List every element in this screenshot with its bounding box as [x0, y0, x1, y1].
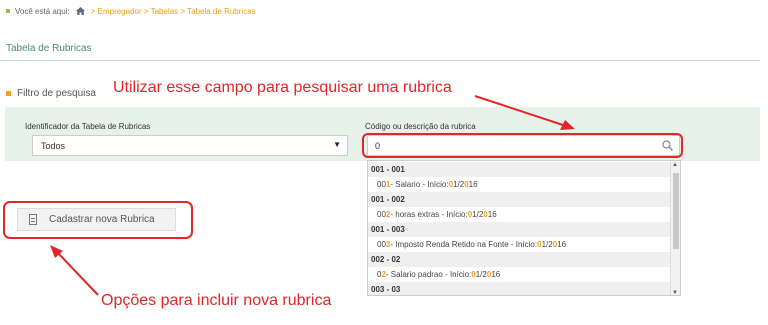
filter-section-title: Filtro de pesquisa [6, 88, 96, 99]
option-text: 16 [487, 210, 497, 219]
breadcrumb-prefix: Você está aqui: [15, 6, 70, 16]
dropdown-option[interactable]: 02 - Salario padrao - Início: 0 1/2 0 16 [368, 267, 671, 282]
option-text: 1/2 [475, 270, 487, 279]
dropdown-group-header: 003 - 03 [368, 282, 671, 295]
identifier-select[interactable]: Todos ▼ [32, 135, 348, 156]
scrollbar-thumb[interactable] [673, 173, 679, 249]
chevron-down-icon[interactable]: ▼ [333, 140, 341, 149]
page-title: Tabela de Rubricas [6, 43, 92, 54]
bullet-icon [6, 9, 10, 13]
option-text: - horas extras - Início: [390, 210, 468, 219]
option-text: - Imposto Renda Retido na Fonte - Início… [390, 240, 538, 249]
dropdown-option[interactable]: 00 2 - horas extras - Início: 0 1/2 0 16 [368, 207, 671, 222]
dropdown-group-header: 002 - 02 [368, 252, 671, 267]
option-text: 00 [377, 180, 386, 189]
option-text: 00 [377, 210, 386, 219]
button-highlight-box [3, 201, 193, 239]
option-text: 16 [557, 240, 567, 249]
section-bullet-icon [6, 91, 11, 96]
option-text: - Salario - Início: [390, 180, 449, 189]
home-icon[interactable] [75, 7, 85, 15]
identifier-select-value: Todos [41, 140, 66, 151]
breadcrumb: Você está aqui: > Empregador > Tabelas >… [6, 4, 256, 18]
breadcrumb-path[interactable]: > Empregador > Tabelas > Tabela de Rubri… [91, 7, 256, 16]
button-callout: Opções para incluir nova rubrica [101, 292, 332, 309]
identifier-label: Identificador da Tabela de Rubricas [25, 122, 151, 131]
option-text: 1/2 [472, 210, 484, 219]
scroll-down-icon[interactable]: ▼ [672, 290, 678, 295]
option-text: 1/2 [453, 180, 465, 189]
search-callout: Utilizar esse campo para pesquisar uma r… [113, 79, 452, 96]
dropdown-group-header: 001 - 003 [368, 222, 671, 237]
dropdown-group-header: 001 - 002 [368, 192, 671, 207]
search-label: Código ou descrição da rubrica [365, 122, 476, 131]
option-text: 1/2 [541, 240, 553, 249]
option-text: 00 [377, 240, 386, 249]
option-text: - Salario padrao - Início: [385, 270, 472, 279]
search-results-dropdown[interactable]: 001 - 001 00 1 - Salario - Início: 0 1/2 0 16… [367, 160, 681, 296]
scroll-up-icon[interactable]: ▲ [672, 162, 678, 168]
filter-section-label: Filtro de pesquisa [17, 88, 96, 99]
dropdown-group-header: 001 - 001 [368, 162, 671, 177]
dropdown-scrollbar[interactable]: ▲ ▼ [670, 161, 680, 295]
divider [0, 60, 760, 61]
dropdown-option[interactable]: 00 3 - Imposto Renda Retido na Fonte - In… [368, 237, 671, 252]
option-text: 16 [491, 270, 501, 279]
search-highlight-box [362, 133, 683, 158]
option-text: 16 [468, 180, 478, 189]
arrow-to-button [50, 245, 99, 296]
dropdown-option[interactable]: 00 1 - Salario - Início: 0 1/2 0 16 [368, 177, 671, 192]
